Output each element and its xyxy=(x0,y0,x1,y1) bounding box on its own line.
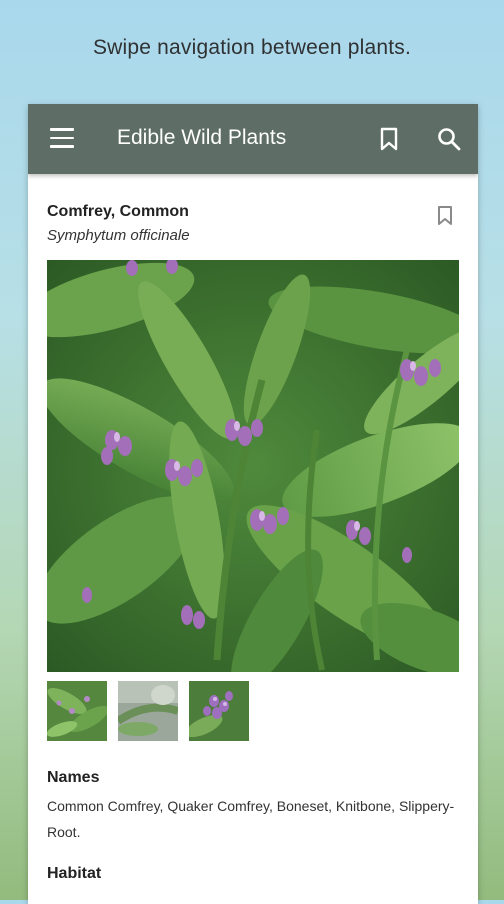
menu-icon[interactable] xyxy=(50,128,74,150)
plant-detail: Comfrey, Common Symphytum officinale Nam… xyxy=(28,174,478,883)
names-section-body: Common Comfrey, Quaker Comfrey, Boneset,… xyxy=(47,798,455,840)
plant-common-name: Comfrey, Common xyxy=(47,203,189,220)
bookmark-outline-icon[interactable] xyxy=(436,205,454,227)
names-section-title: Names xyxy=(47,769,100,786)
phone-screen: Edible Wild Plants Comfrey, Common Symph… xyxy=(28,104,478,904)
thumbnail-3[interactable] xyxy=(189,681,249,741)
plant-scientific-name: Symphytum officinale xyxy=(47,227,190,244)
bookmark-icon[interactable] xyxy=(378,126,400,152)
app-title: Edible Wild Plants xyxy=(117,126,287,149)
promo-caption: Swipe navigation between plants. xyxy=(92,36,412,59)
app-bar: Edible Wild Plants xyxy=(28,104,478,174)
habitat-section-title: Habitat xyxy=(47,865,102,882)
thumbnail-1[interactable] xyxy=(47,681,107,741)
thumbnail-2[interactable] xyxy=(118,681,178,741)
photo-thumbnails xyxy=(47,681,459,741)
main-plant-photo[interactable] xyxy=(47,260,459,672)
plant-header: Comfrey, Common Symphytum officinale xyxy=(47,174,459,260)
search-icon[interactable] xyxy=(436,126,462,152)
